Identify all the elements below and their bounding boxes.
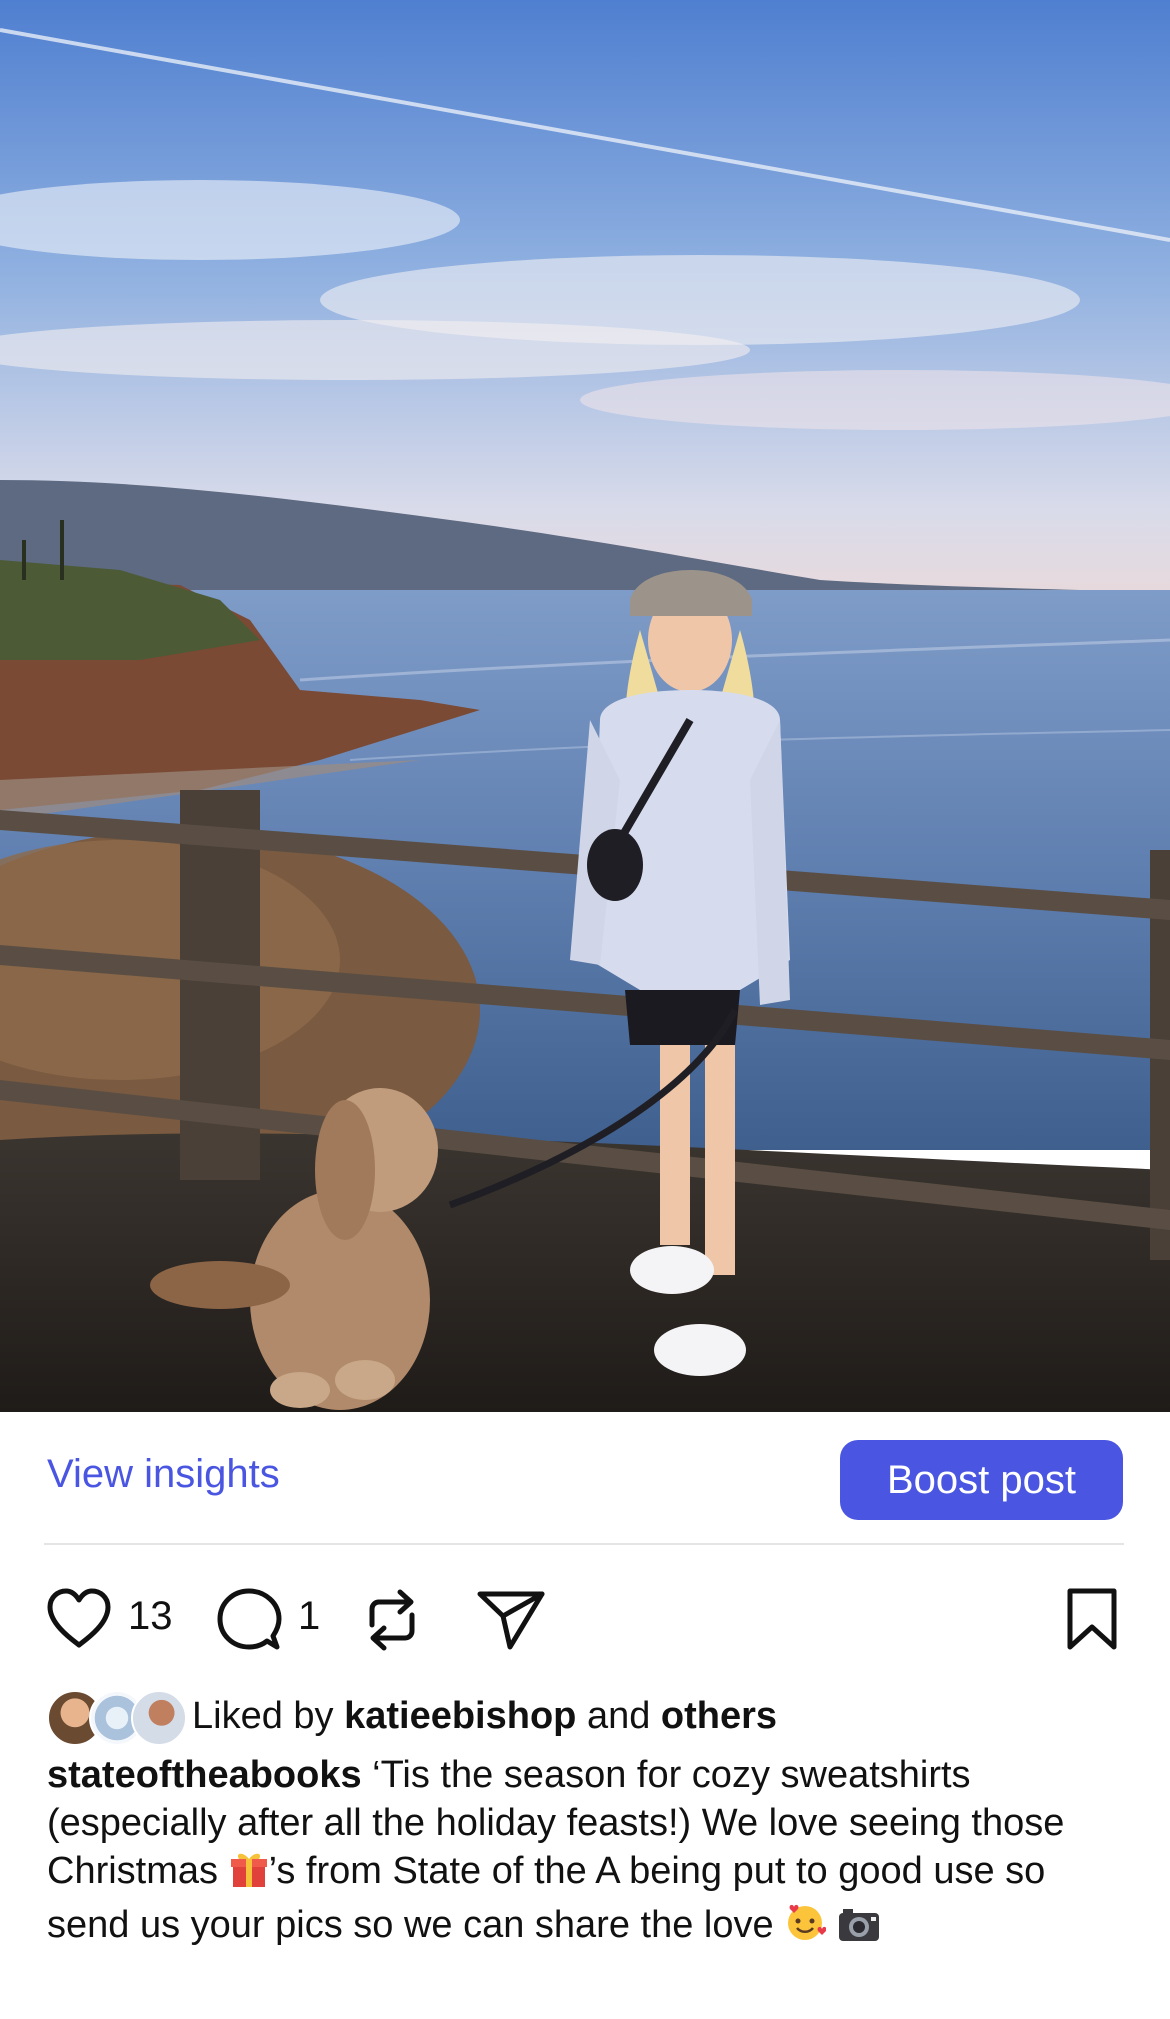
photo-illustration — [0, 0, 1170, 1412]
liked-by-prefix: Liked by — [192, 1695, 345, 1737]
post-caption: stateoftheabooks ‘Tis the season for coz… — [47, 1751, 1127, 1955]
liked-by-username[interactable]: katieebishop — [344, 1695, 576, 1737]
post-actions-row: View insights Boost post — [0, 1412, 1170, 1542]
send-icon[interactable] — [476, 1589, 546, 1656]
liked-by-row[interactable]: Liked by katieebishop and others — [47, 1690, 1147, 1746]
view-insights-link[interactable]: View insights — [47, 1452, 280, 1497]
boost-post-button[interactable]: Boost post — [840, 1440, 1123, 1520]
like-count[interactable]: 13 — [128, 1594, 173, 1639]
bookmark-icon[interactable] — [1064, 1587, 1120, 1658]
liked-by-text: Liked by katieebishop and others — [192, 1695, 777, 1738]
liked-by-others[interactable]: others — [661, 1695, 777, 1737]
avatar — [131, 1690, 187, 1746]
engagement-bar: 13 1 — [0, 1575, 1170, 1665]
caption-username[interactable]: stateoftheabooks — [47, 1754, 362, 1796]
post-photo[interactable] — [0, 0, 1170, 1412]
smiling-face-hearts-emoji — [784, 1901, 827, 1955]
comment-count[interactable]: 1 — [298, 1594, 320, 1639]
comment-icon[interactable] — [216, 1587, 282, 1658]
divider — [44, 1543, 1124, 1545]
liker-avatars — [47, 1690, 187, 1746]
camera-emoji — [837, 1905, 881, 1955]
repost-icon[interactable] — [362, 1587, 422, 1658]
liked-by-and: and — [576, 1695, 661, 1737]
heart-icon[interactable] — [44, 1587, 114, 1656]
gift-emoji — [229, 1849, 269, 1901]
